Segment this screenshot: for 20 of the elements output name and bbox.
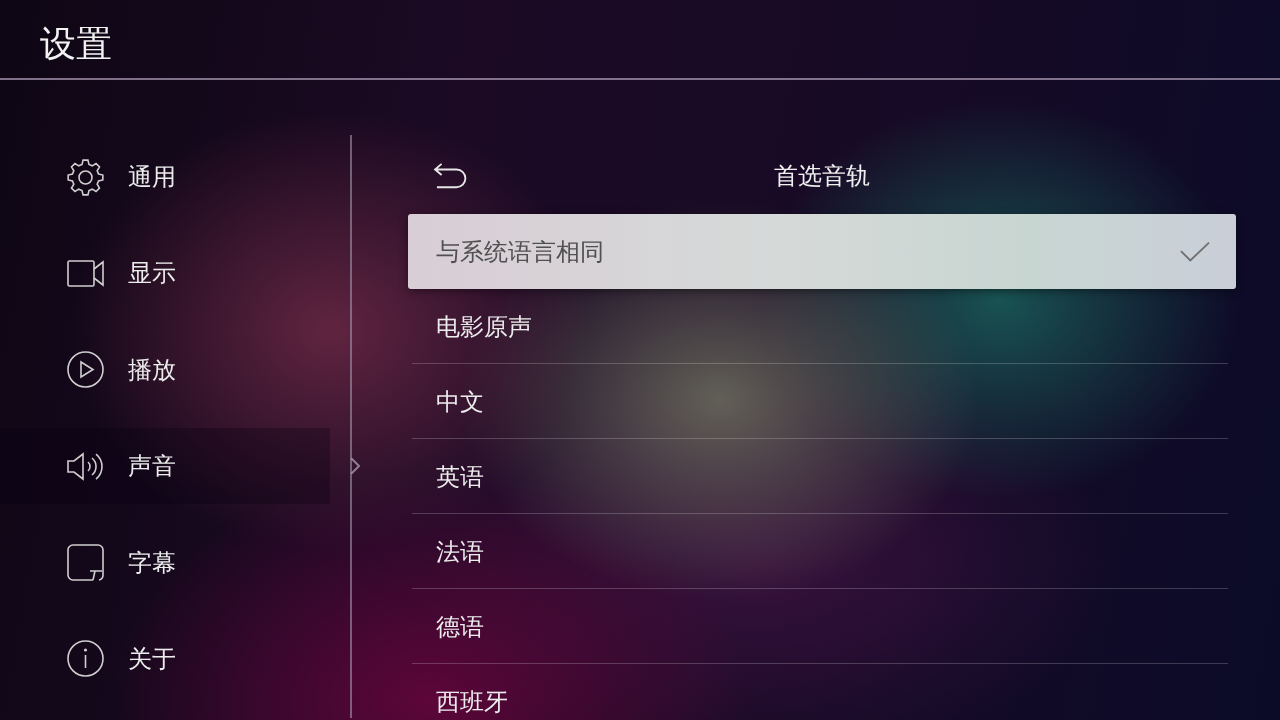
sidebar-item[interactable]: 关于 bbox=[0, 620, 330, 697]
sidebar-item[interactable]: 播放 bbox=[0, 331, 330, 408]
panel-title: 首选音轨 bbox=[774, 164, 870, 188]
sidebar-item[interactable]: 声音 bbox=[0, 428, 330, 505]
option-item[interactable]: 英语 bbox=[408, 439, 1236, 514]
sidebar-item[interactable]: 字幕 bbox=[0, 524, 330, 601]
play-icon bbox=[67, 351, 104, 389]
page-title: 设置 bbox=[40, 26, 112, 62]
option-item[interactable]: 电影原声 bbox=[408, 289, 1236, 364]
info-icon bbox=[67, 640, 104, 678]
pointer-notch-icon bbox=[350, 458, 360, 475]
subtitle-icon bbox=[67, 544, 104, 582]
back-icon[interactable] bbox=[433, 162, 467, 190]
option-item[interactable]: 与系统语言相同 bbox=[408, 214, 1236, 289]
gear-icon bbox=[67, 158, 104, 196]
option-item[interactable]: 德语 bbox=[408, 589, 1236, 664]
sidebar-item[interactable]: 通用 bbox=[0, 139, 330, 215]
sidebar-item[interactable]: 显示 bbox=[0, 235, 330, 312]
option-item[interactable]: 法语 bbox=[408, 514, 1236, 589]
option-item[interactable]: 中文 bbox=[408, 364, 1236, 439]
